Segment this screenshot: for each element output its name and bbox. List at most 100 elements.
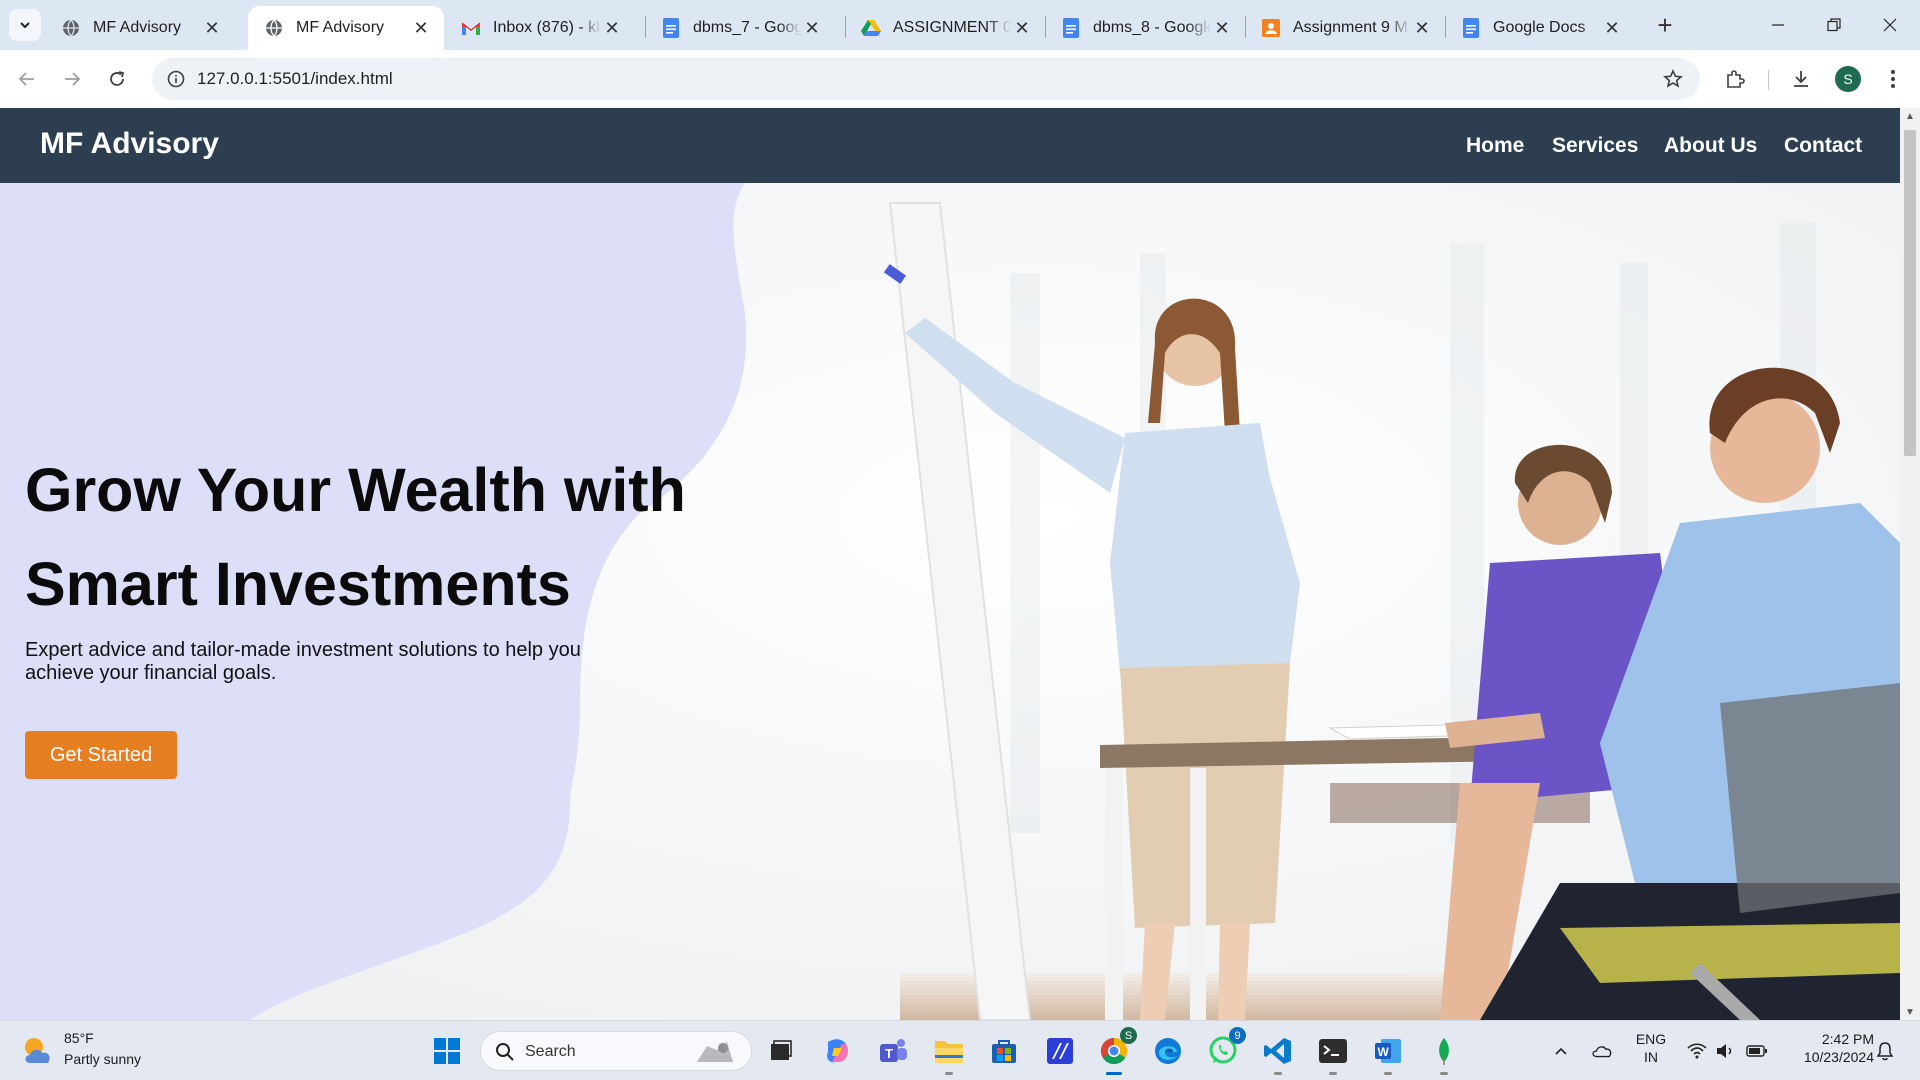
- download-icon[interactable]: [1784, 62, 1818, 96]
- battery-icon[interactable]: [1746, 1040, 1768, 1062]
- close-tab-icon[interactable]: ✕: [1411, 17, 1433, 39]
- taskbar-task-view[interactable]: [761, 1031, 801, 1071]
- browser-tab-active[interactable]: MF Advisory ✕: [248, 6, 444, 50]
- taskbar-teams[interactable]: T: [873, 1031, 913, 1071]
- hero-title: Grow Your Wealth with Smart Investments: [25, 443, 745, 631]
- restore-button[interactable]: [1806, 0, 1862, 50]
- hero-title-line2: Smart Investments: [25, 550, 571, 618]
- address-bar[interactable]: 127.0.0.1:5501/index.html: [152, 58, 1700, 100]
- close-tab-icon[interactable]: ✕: [1211, 17, 1233, 39]
- weather-temperature: 85°F: [64, 1030, 94, 1046]
- show-hidden-icons-chevron-icon[interactable]: [1550, 1040, 1572, 1062]
- close-tab-icon[interactable]: ✕: [1011, 17, 1033, 39]
- start-button[interactable]: [427, 1031, 467, 1071]
- clock-date: 10/23/2024: [1803, 1049, 1874, 1065]
- forward-button[interactable]: [55, 62, 89, 96]
- taskbar-edge[interactable]: [1148, 1031, 1188, 1071]
- taskbar-chrome[interactable]: S: [1094, 1027, 1137, 1075]
- hero-title-line1: Grow Your Wealth with: [25, 456, 686, 524]
- tab-title: MF Advisory: [93, 19, 182, 36]
- reload-icon: [110, 71, 125, 86]
- svg-text:W: W: [1378, 1045, 1390, 1059]
- onedrive-cloud-icon[interactable]: [1591, 1040, 1613, 1062]
- taskbar-whatsapp[interactable]: 9: [1203, 1027, 1246, 1071]
- taskbar-terminal[interactable]: [1313, 1031, 1353, 1075]
- taskbar-search[interactable]: Search: [480, 1031, 752, 1071]
- tab-title: dbms_8 - Google: [1093, 19, 1211, 36]
- close-tab-icon[interactable]: ✕: [601, 17, 623, 39]
- browser-tab[interactable]: ASSIGNMENT 08 ✕: [845, 6, 1045, 50]
- site-info-icon[interactable]: [160, 63, 192, 95]
- site-header: MF Advisory Home Services About Us Conta…: [0, 108, 1900, 183]
- reload-button[interactable]: [100, 62, 134, 96]
- browser-tab[interactable]: Assignment 9 M ✕: [1245, 6, 1445, 50]
- nav-link-about-us[interactable]: About Us: [1664, 134, 1757, 158]
- close-tab-icon[interactable]: ✕: [201, 17, 223, 39]
- taskbar-vscode[interactable]: [1258, 1031, 1298, 1075]
- taskbar-power-automate[interactable]: [1040, 1031, 1080, 1071]
- close-tab-icon[interactable]: ✕: [1601, 17, 1623, 39]
- tab-title: Google Docs: [1493, 19, 1586, 36]
- browser-tab[interactable]: MF Advisory ✕: [45, 6, 235, 50]
- restore-icon: [1827, 18, 1841, 32]
- arrow-right-icon: [65, 72, 81, 86]
- clock[interactable]: 2:42 PM 10/23/2024: [1778, 1031, 1874, 1065]
- close-window-button[interactable]: [1862, 0, 1918, 50]
- vscode-icon: [1264, 1038, 1291, 1064]
- page-scrollbar[interactable]: ▲ ▼: [1900, 108, 1920, 1020]
- tab-search-button[interactable]: [9, 9, 41, 41]
- nav-link-contact[interactable]: Contact: [1784, 134, 1862, 158]
- extensions-icon[interactable]: [1718, 62, 1752, 96]
- clock-time: 2:42 PM: [1821, 1031, 1874, 1047]
- partly-sunny-icon: [25, 1038, 50, 1063]
- taskbar-word[interactable]: W: [1368, 1031, 1408, 1075]
- taskbar-file-explorer[interactable]: [929, 1031, 969, 1075]
- close-tab-icon[interactable]: ✕: [410, 17, 432, 39]
- svg-text:T: T: [885, 1046, 893, 1061]
- taskbar-mongodb[interactable]: [1424, 1031, 1464, 1075]
- wifi-icon[interactable]: [1686, 1040, 1708, 1062]
- classroom-icon: [1261, 18, 1281, 38]
- browser-tab[interactable]: dbms_8 - Google ✕: [1045, 6, 1245, 50]
- more-menu-icon[interactable]: [1876, 62, 1910, 96]
- taskbar-store[interactable]: [984, 1031, 1024, 1071]
- profile-avatar[interactable]: S: [1835, 66, 1861, 92]
- scrollbar-thumb[interactable]: [1904, 130, 1916, 456]
- store-icon: [992, 1040, 1016, 1063]
- scroll-up-arrow-icon[interactable]: ▲: [1904, 110, 1916, 122]
- close-tab-icon[interactable]: ✕: [801, 17, 823, 39]
- globe-icon: [264, 18, 284, 38]
- get-started-button[interactable]: Get Started: [25, 731, 177, 779]
- hero-section: Grow Your Wealth with Smart Investments …: [0, 183, 1900, 1020]
- task-view-icon: [771, 1040, 792, 1060]
- taskbar-copilot[interactable]: [817, 1031, 857, 1071]
- tab-title: dbms_7 - Google: [693, 19, 801, 36]
- copilot-icon: [827, 1039, 848, 1063]
- toolbar-divider: [1768, 70, 1769, 90]
- back-button[interactable]: [10, 62, 44, 96]
- nav-link-home[interactable]: Home: [1466, 134, 1524, 158]
- new-tab-button[interactable]: +: [1650, 10, 1680, 40]
- browser-tab[interactable]: Inbox (876) - kbt ✕: [445, 6, 635, 50]
- url-text[interactable]: 127.0.0.1:5501/index.html: [197, 69, 393, 89]
- language-code: ENG: [1635, 1031, 1667, 1047]
- arrow-left-icon: [18, 72, 34, 86]
- language-indicator[interactable]: ENG IN: [1631, 1031, 1671, 1065]
- region-code: IN: [1644, 1049, 1658, 1065]
- close-icon: [1883, 18, 1897, 32]
- browser-tab[interactable]: dbms_7 - Google ✕: [645, 6, 835, 50]
- tab-title: ASSIGNMENT 08: [893, 19, 1011, 36]
- folder-icon: [935, 1041, 963, 1063]
- scroll-down-arrow-icon[interactable]: ▼: [1904, 1006, 1916, 1018]
- bookmark-star-icon[interactable]: [1658, 64, 1688, 94]
- tab-strip: MF Advisory ✕ MF Advisory ✕ Inbox (876) …: [0, 0, 1920, 50]
- site-logo[interactable]: MF Advisory: [40, 127, 219, 161]
- volume-icon[interactable]: [1714, 1040, 1736, 1062]
- chevron-down-icon: [20, 22, 30, 29]
- notification-bell-icon[interactable]: [1874, 1040, 1896, 1062]
- nav-link-services[interactable]: Services: [1552, 134, 1638, 158]
- browser-toolbar: 127.0.0.1:5501/index.html: [0, 50, 1920, 108]
- minimize-button[interactable]: [1750, 0, 1806, 50]
- teams-icon: T: [880, 1039, 907, 1062]
- browser-tab[interactable]: Google Docs ✕: [1445, 6, 1635, 50]
